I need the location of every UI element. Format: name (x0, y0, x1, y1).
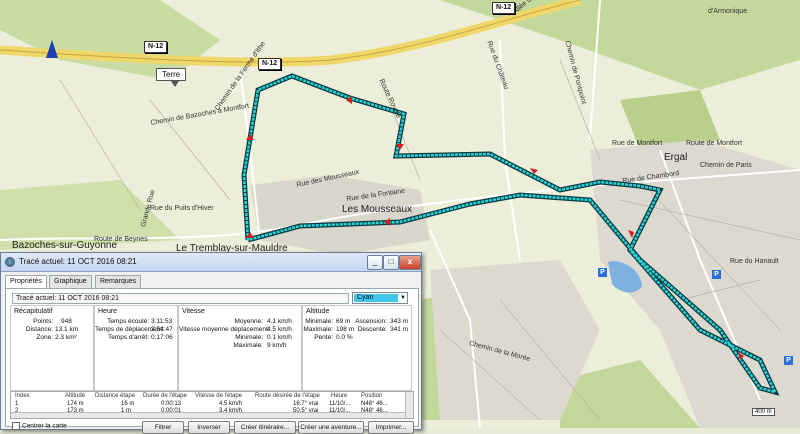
time-box: Heure Temps écoulé: 3:11:53 Temps de dépl… (94, 305, 178, 391)
cell-position: N48° 46... (361, 401, 388, 407)
column-header[interactable]: Durée de l'étape (143, 393, 187, 399)
altitude-title: Altitude (306, 308, 330, 315)
altitude-box: Altitude Minimale: 69 m Ascension: 343 m Ma… (302, 305, 412, 391)
speed-value: 0.1 km/h (267, 334, 292, 341)
cell-duration: 0:00:13 (161, 401, 182, 407)
cell-time: 11/10/... (329, 401, 351, 407)
summary-box: Récapitulatif Points: 948 Distance: 13.1 k… (10, 305, 94, 391)
altitude-key: Minimale: (305, 318, 333, 325)
altitude-key: Maximale: (303, 326, 333, 333)
column-header[interactable]: Route désirée de l'étape (255, 393, 320, 399)
close-button[interactable]: x (399, 255, 421, 270)
altitude-value: 198 m (336, 326, 355, 333)
time-value: 2:54:47 (151, 326, 173, 333)
minimize-button[interactable]: _ (367, 255, 383, 270)
summary-value: 948 (61, 318, 72, 325)
road-shield: N-12 (492, 2, 516, 14)
dialog-titlebar[interactable]: Tracé actuel: 11 OCT 2016 08:21 _ □ x (1, 253, 421, 272)
town-label: Ergal (664, 152, 688, 163)
speed-box: Vitesse Moyenne: 4.1 km/h Vitesse moyenne… (178, 305, 302, 391)
cell-speed: 4.5 km/h (219, 401, 243, 407)
tab-proprietes[interactable]: Propriétés (5, 275, 47, 289)
summary-value: 13.1 km (55, 326, 79, 333)
maximize-button[interactable]: □ (383, 255, 399, 270)
altitude-value: 341 m (390, 326, 409, 333)
speed-value: 9 km/h (267, 342, 287, 349)
parking-icon: P (784, 356, 793, 365)
summary-title: Récapitulatif (14, 308, 53, 315)
properties-panel: Tracé actuel: 11 OCT 2016 08:21 Cyan ▼ R… (5, 288, 419, 434)
altitude-value: 343 m (390, 318, 409, 325)
summary-key: Distance: (25, 326, 53, 333)
dialog-title: Tracé actuel: 11 OCT 2016 08:21 (19, 257, 137, 266)
chevron-down-icon: ▼ (400, 295, 406, 301)
speed-value: 4.5 km/h (267, 326, 292, 333)
north-arrow-icon (46, 40, 58, 58)
column-header[interactable]: Position (361, 393, 382, 399)
track-name-field[interactable]: Tracé actuel: 11 OCT 2016 08:21 (12, 293, 349, 304)
cell-distance: 16 m (121, 401, 135, 407)
vertical-scrollbar[interactable] (405, 392, 413, 418)
speed-key: Vitesse moyenne déplacement: (179, 326, 270, 333)
altitude-key: Pente: (314, 334, 333, 341)
column-header[interactable]: Distance étape (95, 393, 135, 399)
color-dropdown[interactable]: Cyan ▼ (352, 292, 408, 304)
parking-icon: P (712, 270, 721, 279)
center-map-label: Centrer la carte (22, 422, 67, 430)
tab-remarques[interactable]: Remarques (95, 275, 142, 288)
column-header[interactable]: Altitude (65, 393, 85, 399)
checkbox-box[interactable] (12, 422, 20, 430)
cell-altitude: 174 m (67, 401, 84, 407)
track-icon (5, 257, 15, 267)
summary-key: Zone: (36, 334, 53, 341)
column-header[interactable]: Vitesse de l'étape (195, 393, 242, 399)
cell-index: 1 (15, 401, 19, 407)
street-label: d'Armonique (708, 8, 748, 15)
speed-title: Vitesse (182, 308, 205, 315)
street-label: Rue de Montfort (612, 140, 663, 147)
road-shield: N-12 (144, 41, 168, 53)
tab-graphique[interactable]: Graphique (49, 275, 92, 288)
town-label: Les Mousseaux (342, 204, 413, 215)
altitude-key: Descente: (357, 326, 387, 333)
horizontal-scrollbar[interactable] (11, 412, 405, 418)
color-swatch: Cyan (354, 294, 398, 302)
time-key: Temps de déplacement: (95, 326, 165, 333)
speed-key: Moyenne: (234, 318, 263, 325)
column-header[interactable]: Heure (331, 393, 347, 399)
speed-key: Maximale: (233, 342, 263, 349)
altitude-value: 0.0 % (336, 334, 353, 341)
map-scale: 400 m (752, 408, 775, 416)
summary-value: 2.3 km² (55, 334, 77, 341)
parking-icon: P (598, 268, 607, 277)
street-label: Rue du Hanault (730, 258, 779, 265)
column-header[interactable]: Index (15, 393, 30, 399)
time-key: Temps d'arrêt: (108, 334, 149, 341)
road-shield: N-12 (258, 58, 282, 70)
street-label: Rue du Puits d'Hiver (150, 205, 214, 212)
street-label: Route de Montfort (686, 140, 743, 147)
time-title: Heure (98, 308, 118, 315)
center-map-checkbox[interactable]: Centrer la carte (12, 422, 67, 430)
cell-course: 16.7° vrai (293, 401, 319, 407)
altitude-key: Ascension: (355, 318, 387, 325)
time-value: 0:17:06 (151, 334, 173, 341)
time-value: 3:11:53 (151, 318, 173, 325)
speed-key: Minimale: (235, 334, 263, 341)
speed-value: 4.1 km/h (267, 318, 292, 325)
time-key: Temps écoulé: (107, 318, 149, 325)
street-label: Route de Beynes (94, 236, 148, 243)
altitude-value: 69 m (336, 318, 351, 325)
street-label: Chemin de Paris (700, 162, 752, 169)
map-callout: Terre (156, 68, 187, 87)
summary-key: Points: (33, 318, 53, 325)
trackpoints-table[interactable]: Index Altitude Distance étape Durée de l… (10, 391, 414, 419)
track-properties-dialog: Tracé actuel: 11 OCT 2016 08:21 _ □ x Pr… (0, 252, 422, 434)
